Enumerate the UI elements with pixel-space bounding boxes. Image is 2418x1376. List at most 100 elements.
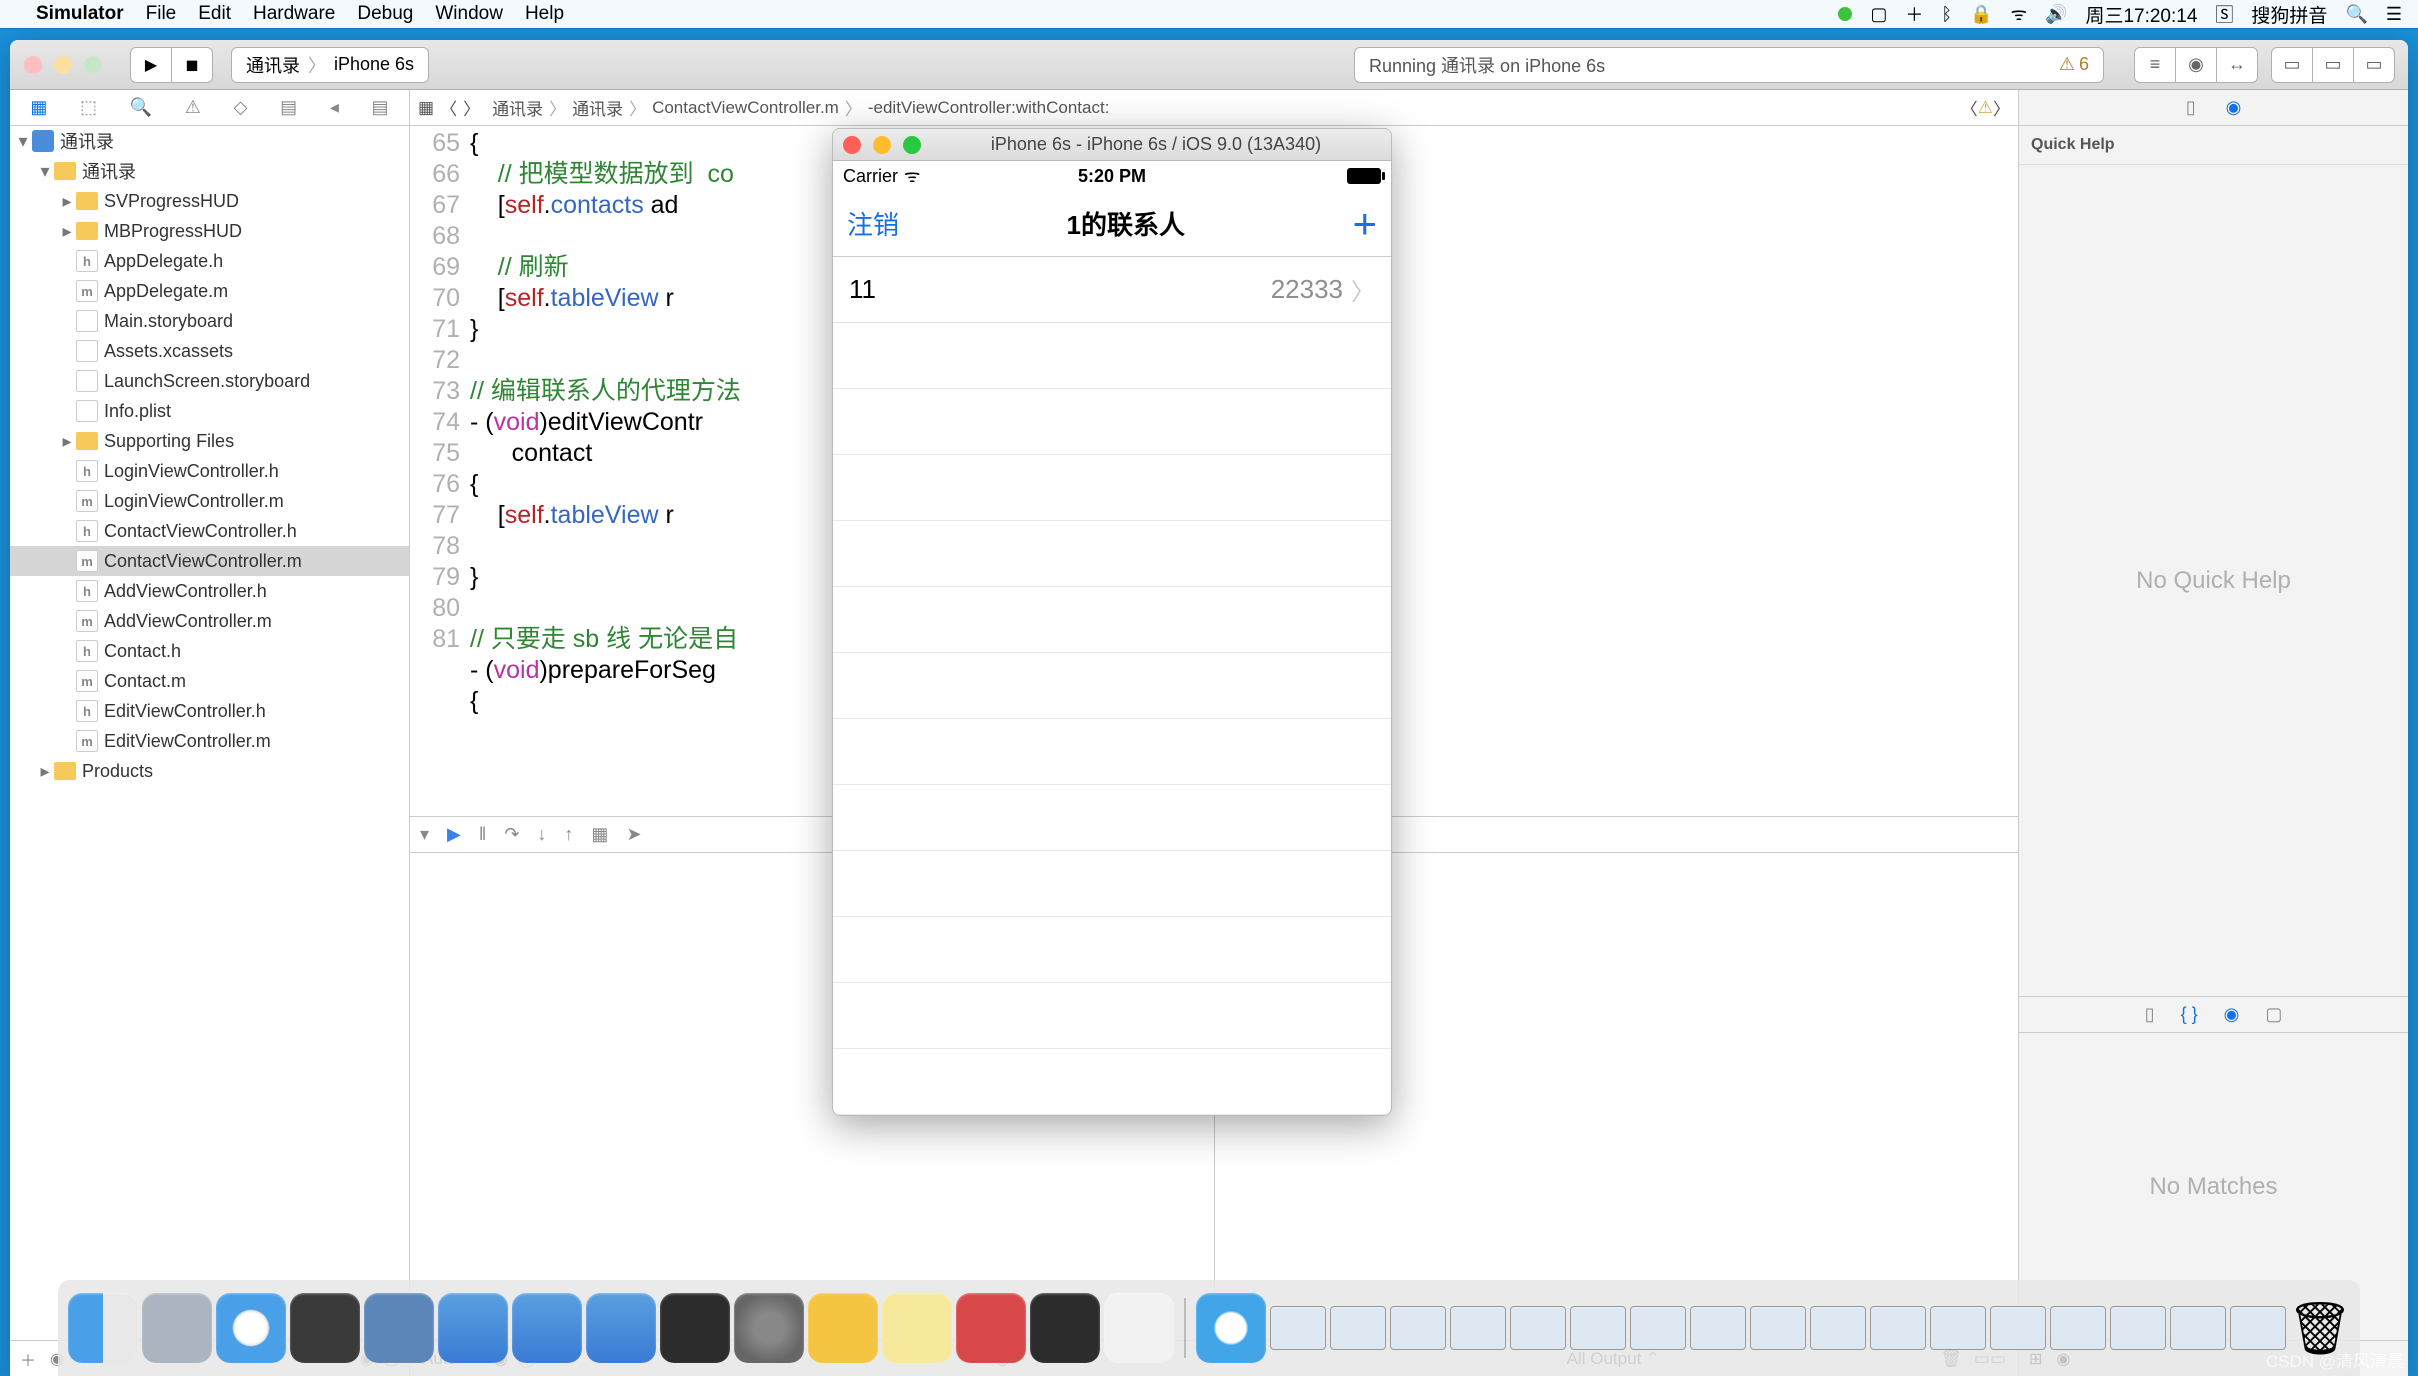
bluetooth-icon[interactable]: ᛒ	[1941, 4, 1952, 25]
jump-issues-forward-icon[interactable]: 〉	[1993, 95, 2010, 120]
dock-minimized-window[interactable]	[2230, 1306, 2286, 1350]
dock-minimized-window[interactable]	[1570, 1306, 1626, 1350]
tree-row[interactable]: mLoginViewController.m	[10, 486, 409, 516]
dock-minimized-window[interactable]	[1810, 1306, 1866, 1350]
sim-zoom-button[interactable]	[903, 136, 921, 154]
jump-symbol[interactable]: -editViewController:withContact:	[868, 98, 1110, 118]
ime-icon[interactable]: 🅂	[2215, 1, 2233, 27]
object-lib-tab[interactable]: ◉	[2224, 1004, 2240, 1025]
hide-debug-icon[interactable]: ▾	[420, 824, 429, 845]
tree-row[interactable]: Info.plist	[10, 396, 409, 426]
dock-xcode[interactable]	[438, 1293, 508, 1363]
project-navigator-tab[interactable]: ▦	[30, 97, 47, 118]
nav-add-button[interactable]: +	[1352, 200, 1377, 248]
back-icon[interactable]: 〈	[440, 95, 457, 120]
dock-app[interactable]	[586, 1293, 656, 1363]
toggle-navigator-button[interactable]: ▭	[2271, 47, 2313, 83]
menu-hardware[interactable]: Hardware	[253, 3, 335, 25]
menubar-clock[interactable]: 周三17:20:14	[2085, 1, 2197, 28]
report-navigator-tab[interactable]: ▤	[372, 97, 389, 118]
dock-finder[interactable]	[68, 1293, 138, 1363]
tree-row[interactable]: mContact.m	[10, 666, 409, 696]
tree-row[interactable]: ▸SVProgressHUD	[10, 186, 409, 216]
pause-icon[interactable]: ‖	[479, 824, 486, 845]
tree-row[interactable]: hLoginViewController.h	[10, 456, 409, 486]
menubar-app-name[interactable]: Simulator	[36, 3, 124, 25]
step-over-icon[interactable]: ↷	[504, 824, 519, 845]
jump-warning-icon[interactable]: ⚠	[1978, 98, 1993, 118]
location-icon[interactable]: ➤	[626, 824, 641, 845]
tree-row[interactable]: mAppDelegate.m	[10, 276, 409, 306]
dock-minimized-window[interactable]	[2050, 1306, 2106, 1350]
menu-window[interactable]: Window	[435, 3, 503, 25]
menu-debug[interactable]: Debug	[357, 3, 413, 25]
toggle-inspector-button[interactable]: ▭	[2353, 47, 2395, 83]
tree-row[interactable]: hEditViewController.h	[10, 696, 409, 726]
dock-app[interactable]	[956, 1293, 1026, 1363]
dock-minimized-window[interactable]	[2110, 1306, 2166, 1350]
issue-navigator-tab[interactable]: ⚠	[185, 97, 201, 118]
jump-group[interactable]: 通讯录	[572, 95, 623, 120]
dock-minimized-window[interactable]	[2170, 1306, 2226, 1350]
dock-minimized-window[interactable]	[1390, 1306, 1446, 1350]
sim-close-button[interactable]	[843, 136, 861, 154]
tree-row[interactable]: Main.storyboard	[10, 306, 409, 336]
window-minimize-button[interactable]	[54, 56, 72, 74]
dock-minimized-window[interactable]	[1450, 1306, 1506, 1350]
breakpoints-toggle-icon[interactable]: ▶	[447, 824, 461, 845]
volume-icon[interactable]: 🔊	[2045, 4, 2067, 25]
dock-app[interactable]	[364, 1293, 434, 1363]
dock-notes[interactable]	[882, 1293, 952, 1363]
dock-minimized-window[interactable]	[1690, 1306, 1746, 1350]
tree-row[interactable]: mEditViewController.m	[10, 726, 409, 756]
symbol-navigator-tab[interactable]: ⬚	[80, 97, 97, 118]
step-out-icon[interactable]: ↑	[564, 824, 573, 845]
breakpoint-navigator-tab[interactable]: ◂	[330, 97, 339, 118]
ios-table-view[interactable]: 11 22333 〉	[833, 257, 1391, 1115]
tree-row[interactable]: hContactViewController.h	[10, 516, 409, 546]
lock-icon[interactable]: 🔒	[1970, 4, 1992, 25]
dock-minimized-window[interactable]	[1510, 1306, 1566, 1350]
menu-edit[interactable]: Edit	[198, 3, 231, 25]
find-navigator-tab[interactable]: 🔍	[130, 97, 152, 118]
dock-minimized-window[interactable]	[1870, 1306, 1926, 1350]
code-snippet-lib-tab[interactable]: { }	[2181, 1004, 2198, 1025]
dock-safari[interactable]	[216, 1293, 286, 1363]
plus-icon[interactable]: ＋	[1905, 1, 1923, 27]
media-lib-tab[interactable]: ▢	[2265, 1004, 2282, 1025]
assistant-editor-button[interactable]: ◉	[2175, 47, 2217, 83]
warning-icon[interactable]: ⚠	[2059, 54, 2075, 75]
dock-settings[interactable]	[734, 1293, 804, 1363]
jump-file[interactable]: ContactViewController.m	[652, 98, 839, 118]
jump-project[interactable]: 通讯录	[492, 95, 543, 120]
standard-editor-button[interactable]: ≡	[2134, 47, 2176, 83]
tree-row[interactable]: hContact.h	[10, 636, 409, 666]
tree-row[interactable]: ▾通讯录	[10, 126, 409, 156]
menu-file[interactable]: File	[146, 3, 177, 25]
tree-row[interactable]: mAddViewController.m	[10, 606, 409, 636]
tree-row[interactable]: ▾通讯录	[10, 156, 409, 186]
step-into-icon[interactable]: ↓	[537, 824, 546, 845]
tree-row[interactable]: hAddViewController.h	[10, 576, 409, 606]
related-items-icon[interactable]: ▦	[418, 98, 434, 118]
quick-help-tab[interactable]: ◉	[2226, 97, 2242, 118]
dock-textedit[interactable]	[1104, 1293, 1174, 1363]
menu-help[interactable]: Help	[525, 3, 564, 25]
sim-minimize-button[interactable]	[873, 136, 891, 154]
tree-row[interactable]: mContactViewController.m	[10, 546, 409, 576]
view-debug-icon[interactable]: ▦	[591, 824, 608, 845]
tree-row[interactable]: ▸Products	[10, 756, 409, 786]
tree-row[interactable]: ▸Supporting Files	[10, 426, 409, 456]
spotlight-icon[interactable]: 🔍	[2345, 4, 2367, 25]
dock-app[interactable]	[290, 1293, 360, 1363]
dock-minimized-window[interactable]	[1990, 1306, 2046, 1350]
stop-button[interactable]: ◼	[171, 47, 213, 83]
dock-launchpad[interactable]	[142, 1293, 212, 1363]
run-button[interactable]: ▶	[130, 47, 172, 83]
warning-count[interactable]: 6	[2079, 54, 2089, 75]
file-template-lib-tab[interactable]: ▯	[2145, 1004, 2155, 1025]
debug-navigator-tab[interactable]: ▤	[280, 97, 297, 118]
dock-sketch[interactable]	[808, 1293, 878, 1363]
tree-row[interactable]: hAppDelegate.h	[10, 246, 409, 276]
jump-bar[interactable]: ▦ 〈 〉 通讯录 〉 通讯录 〉 ContactViewController.…	[410, 90, 2018, 126]
